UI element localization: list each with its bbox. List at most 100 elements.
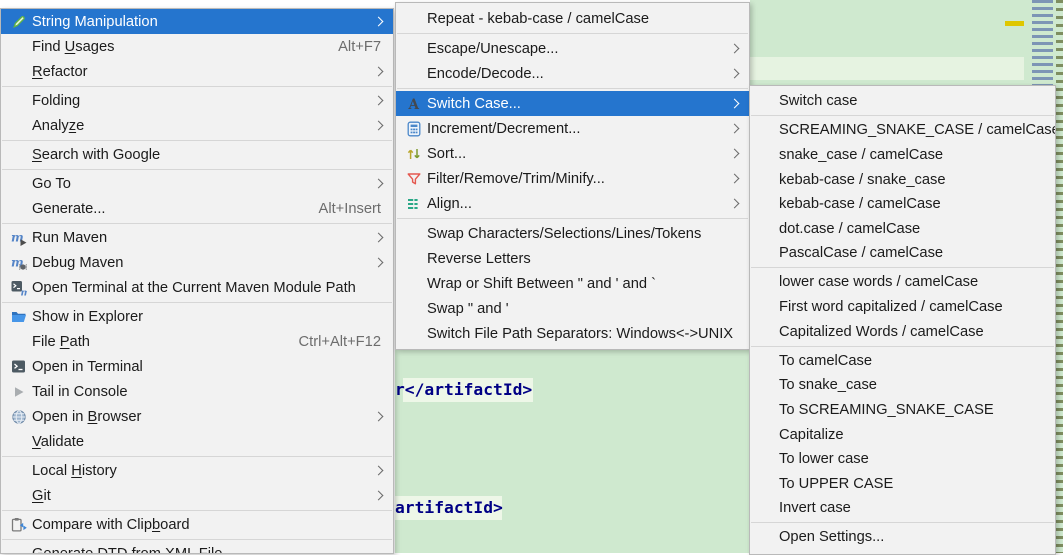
menu-separator (2, 539, 392, 540)
menu-item-label: Swap " and ' (427, 301, 509, 317)
align-icon (404, 196, 424, 212)
maven-run-icon: m (9, 230, 29, 246)
menu-item-open-in-terminal[interactable]: Open in Terminal (1, 354, 393, 379)
menu-item-label: Analyze (32, 118, 84, 134)
menu-item-escape-unescape[interactable]: Escape/Unescape... (396, 36, 749, 61)
icon-spacer (9, 334, 29, 350)
menu-item-validate[interactable]: Validate (1, 429, 393, 454)
menu-item-refactor[interactable]: Refactor (1, 59, 393, 84)
menu-item-wrap-or-shift-between-and-and[interactable]: Wrap or Shift Between " and ' and ` (396, 271, 749, 296)
menu-item-screaming-snake-case-camelcase[interactable]: SCREAMING_SNAKE_CASE / camelCase (750, 118, 1055, 143)
menu-separator (2, 302, 392, 303)
menu-item-sort[interactable]: Sort... (396, 141, 749, 166)
menu-item-align[interactable]: Align... (396, 191, 749, 216)
menu-item-label: Show in Explorer (32, 309, 143, 325)
icon-spacer (9, 64, 29, 80)
menu-item-label: Search with Google (32, 147, 160, 163)
submenu-arrow-icon (374, 121, 384, 131)
menu-item-capitalize[interactable]: Capitalize (750, 422, 1055, 447)
menu-item-to-screaming-snake-case[interactable]: To SCREAMING_SNAKE_CASE (750, 398, 1055, 423)
menu-item-repeat-kebab-case-camelcase[interactable]: Repeat - kebab-case / camelCase (396, 6, 749, 31)
menu-item-find-usages[interactable]: Find UsagesAlt+F7 (1, 34, 393, 59)
menu-item-dot-case-camelcase[interactable]: dot.case / camelCase (750, 216, 1055, 241)
menu-separator (2, 140, 392, 141)
menu-item-to-upper-case[interactable]: To UPPER CASE (750, 471, 1055, 496)
menu-item-debug-maven[interactable]: mDebug Maven (1, 250, 393, 275)
menu-item-snake-case-camelcase[interactable]: snake_case / camelCase (750, 143, 1055, 168)
menu-item-label: Go To (32, 176, 71, 192)
menu-item-label: To snake_case (779, 377, 877, 393)
menu-item-switch-case[interactable]: A Switch Case... (396, 91, 749, 116)
icon-spacer (9, 434, 29, 450)
menu-item-search-with-google[interactable]: Search with Google (1, 142, 393, 167)
folder-icon (9, 309, 29, 325)
menu-item-label: Compare with Clipboard (32, 517, 190, 533)
menu-item-local-history[interactable]: Local History (1, 458, 393, 483)
menu-item-to-lower-case[interactable]: To lower case (750, 447, 1055, 472)
menu-item-git[interactable]: Git (1, 483, 393, 508)
menu-item-open-settings[interactable]: Open Settings... (750, 525, 1055, 550)
menu-item-reverse-letters[interactable]: Reverse Letters (396, 246, 749, 271)
menu-item-label: Encode/Decode... (427, 66, 544, 82)
menu-item-label: Git (32, 488, 51, 504)
menu-item-to-snake-case[interactable]: To snake_case (750, 373, 1055, 398)
play-icon (9, 384, 29, 400)
menu-item-pascalcase-camelcase[interactable]: PascalCase / camelCase (750, 241, 1055, 266)
menu-item-increment-decrement[interactable]: Increment/Decrement... (396, 116, 749, 141)
menu-item-kebab-case-camelcase[interactable]: kebab-case / camelCase (750, 192, 1055, 217)
menu-item-string-manipulation[interactable]: String Manipulation (1, 9, 393, 34)
menu-item-label: dot.case / camelCase (779, 221, 920, 237)
menu-item-label: Switch File Path Separators: Windows<->U… (427, 326, 733, 342)
menu-item-folding[interactable]: Folding (1, 88, 393, 113)
svg-text:A: A (408, 97, 420, 112)
menu-item-switch-file-path-separators-windows-unix[interactable]: Switch File Path Separators: Windows<->U… (396, 321, 749, 346)
menu-item-shortcut: Alt+Insert (319, 201, 387, 217)
menu-item-label: snake_case / camelCase (779, 147, 943, 163)
menu-item-show-in-explorer[interactable]: Show in Explorer (1, 304, 393, 329)
icon-spacer (404, 66, 424, 82)
submenu-arrow-icon (374, 179, 384, 189)
icon-spacer (9, 176, 29, 192)
menu-item-open-terminal-at-the-current-maven-module-[interactable]: mOpen Terminal at the Current Maven Modu… (1, 275, 393, 300)
menu-item-file-path[interactable]: File PathCtrl+Alt+F12 (1, 329, 393, 354)
submenu-arrow-icon (730, 199, 740, 209)
menu-item-tail-in-console[interactable]: Tail in Console (1, 379, 393, 404)
menu-item-open-in-browser[interactable]: Open in Browser (1, 404, 393, 429)
menu-item-switch-case[interactable]: Switch case (750, 89, 1055, 114)
icon-spacer (404, 41, 424, 57)
menu-item-label: Switch Case... (427, 96, 521, 112)
menu-item-lower-case-words-camelcase[interactable]: lower case words / camelCase (750, 270, 1055, 295)
menu-item-filter-remove-trim-minify[interactable]: Filter/Remove/Trim/Minify... (396, 166, 749, 191)
submenu-arrow-icon (374, 17, 384, 27)
menu-item-label: Debug Maven (32, 255, 123, 271)
menu-item-go-to[interactable]: Go To (1, 171, 393, 196)
submenu-arrow-icon (730, 149, 740, 159)
menu-item-label: Generate... (32, 201, 105, 217)
menu-item-swap-characters-selections-lines-tokens[interactable]: Swap Characters/Selections/Lines/Tokens (396, 221, 749, 246)
menu-item-analyze[interactable]: Analyze (1, 113, 393, 138)
menu-item-first-word-capitalized-camelcase[interactable]: First word capitalized / camelCase (750, 295, 1055, 320)
sort-icon (404, 146, 424, 162)
icon-spacer (404, 276, 424, 292)
menu-item-generate-dtd-from-xml-file[interactable]: Generate DTD from XML File... (1, 541, 393, 554)
menu-item-capitalized-words-camelcase[interactable]: Capitalized Words / camelCase (750, 319, 1055, 344)
menu-item-generate[interactable]: Generate... Alt+Insert (1, 196, 393, 221)
menu-item-label: lower case words / camelCase (779, 274, 978, 290)
minimap-error-stripe[interactable] (1056, 0, 1063, 553)
menu-item-swap-and[interactable]: Swap " and ' (396, 296, 749, 321)
submenu-arrow-icon (374, 258, 384, 268)
menu-item-encode-decode[interactable]: Encode/Decode... (396, 61, 749, 86)
icon-spacer (404, 251, 424, 267)
menu-item-label: Open in Terminal (32, 359, 143, 375)
editor-yellow-highlight-bar (1005, 21, 1024, 26)
menu-item-compare-with-clipboard[interactable]: Compare with Clipboard (1, 512, 393, 537)
menu-item-label: Invert case (779, 500, 851, 516)
menu-separator (2, 86, 392, 87)
menu-item-kebab-case-snake-case[interactable]: kebab-case / snake_case (750, 167, 1055, 192)
menu-item-to-camelcase[interactable]: To camelCase (750, 348, 1055, 373)
menu-item-run-maven[interactable]: mRun Maven (1, 225, 393, 250)
menu-separator (751, 115, 1054, 116)
menu-item-invert-case[interactable]: Invert case (750, 496, 1055, 521)
submenu-arrow-icon (374, 466, 384, 476)
submenu-arrow-icon (730, 69, 740, 79)
